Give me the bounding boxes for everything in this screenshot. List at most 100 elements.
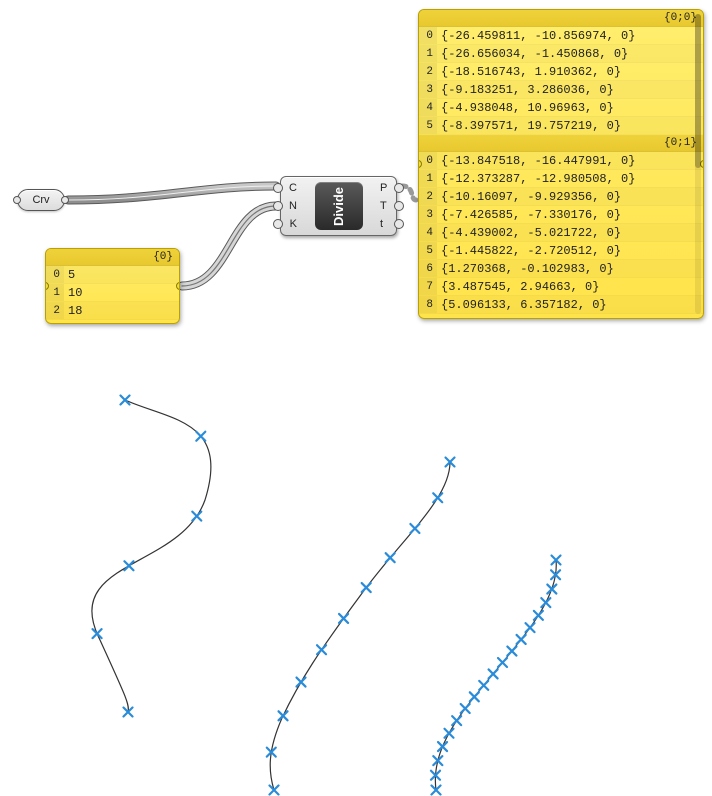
panel-points-row: 1{-12.373287, -12.980508, 0} [419, 170, 703, 188]
divide-component[interactable]: C N K Divide P T t [280, 176, 397, 236]
panel-points-row: 0{-13.847518, -16.447991, 0} [419, 152, 703, 170]
panel-points-row: 8{5.096133, 6.357182, 0} [419, 296, 703, 314]
row-index: 2 [419, 188, 437, 205]
panel-points-row: 4{-4.439002, -5.021722, 0} [419, 224, 703, 242]
row-index: 2 [46, 302, 64, 319]
row-value: {3.487545, 2.94663, 0} [437, 278, 703, 295]
row-value: {-26.656034, -1.450868, 0} [437, 45, 703, 62]
row-index: 8 [419, 296, 437, 313]
panel-points-output[interactable]: {0;0}0{-26.459811, -10.856974, 0}1{-26.6… [418, 9, 704, 319]
division-point [547, 585, 556, 594]
divide-name-badge: Divide [315, 182, 363, 230]
panel-points-row: 3{-9.183251, 3.286036, 0} [419, 81, 703, 99]
row-index: 4 [419, 99, 437, 116]
row-index: 3 [419, 206, 437, 223]
division-point [517, 635, 526, 644]
panel-n-row: 110 [46, 284, 179, 302]
division-point [93, 629, 102, 638]
division-point [124, 708, 133, 717]
row-value: {-9.183251, 3.286036, 0} [437, 81, 703, 98]
divide-input-k[interactable]: K [285, 216, 297, 232]
panel-points-row: 0{-26.459811, -10.856974, 0} [419, 27, 703, 45]
division-point [551, 570, 560, 579]
division-point [432, 786, 441, 795]
row-index: 0 [46, 266, 64, 283]
panel-points-path: {0;1} [419, 135, 703, 152]
row-value: {-10.16097, -9.929356, 0} [437, 188, 703, 205]
division-point [431, 771, 440, 780]
row-value: {-4.439002, -5.021722, 0} [437, 224, 703, 241]
panel-points-row: 2{-18.516743, 1.910362, 0} [419, 63, 703, 81]
row-value: {-13.847518, -16.447991, 0} [437, 152, 703, 169]
division-point [339, 614, 348, 623]
division-point [362, 583, 371, 592]
row-index: 0 [419, 152, 437, 169]
row-index: 2 [419, 63, 437, 80]
division-point [534, 611, 543, 620]
curve-2 [270, 462, 450, 790]
row-value: {-18.516743, 1.910362, 0} [437, 63, 703, 80]
row-index: 3 [419, 81, 437, 98]
division-point [124, 561, 133, 570]
panel-points-row: 4{-4.938048, 10.96963, 0} [419, 99, 703, 117]
crv-param-output-grip[interactable] [61, 196, 69, 204]
division-point [498, 658, 507, 667]
panel-n-path: {0} [46, 249, 179, 266]
division-point [507, 647, 516, 656]
divide-input-c[interactable]: C [285, 180, 297, 196]
panel-points-row: 1{-26.656034, -1.450868, 0} [419, 45, 703, 63]
division-point [470, 692, 479, 701]
row-index: 0 [419, 27, 437, 44]
panel-points-scroll-thumb[interactable] [695, 14, 701, 168]
division-point [410, 524, 419, 533]
division-point [438, 742, 447, 751]
panel-n-values[interactable]: {0} 05110218 [45, 248, 180, 324]
crv-param-input-grip[interactable] [13, 196, 21, 204]
divide-input-n[interactable]: N [285, 198, 297, 214]
row-value: {5.096133, 6.357182, 0} [437, 296, 703, 313]
division-point [433, 493, 442, 502]
row-index: 6 [419, 260, 437, 277]
division-point [461, 704, 470, 713]
crv-param[interactable]: Crv [17, 189, 65, 211]
row-index: 5 [419, 117, 437, 134]
division-point [121, 396, 130, 405]
divide-output-t-lower[interactable]: t [380, 216, 392, 232]
division-point [446, 458, 455, 467]
division-point [196, 432, 205, 441]
panel-n-row: 05 [46, 266, 179, 284]
row-index: 4 [419, 224, 437, 241]
panel-points-row: 5{-8.397571, 19.757219, 0} [419, 117, 703, 135]
division-point [479, 681, 488, 690]
row-value: 10 [64, 284, 179, 301]
division-point [317, 645, 326, 654]
row-value: {-1.445822, -2.720512, 0} [437, 242, 703, 259]
panel-points-row: 7{3.487545, 2.94663, 0} [419, 278, 703, 296]
row-value: {-4.938048, 10.96963, 0} [437, 99, 703, 116]
division-point [386, 553, 395, 562]
division-point [552, 556, 561, 565]
panel-points-row: 3{-7.426585, -7.330176, 0} [419, 206, 703, 224]
divide-inputs: C N K [281, 177, 301, 235]
crv-param-label: Crv [32, 194, 49, 206]
panel-points-row: 5{-1.445822, -2.720512, 0} [419, 242, 703, 260]
division-point [192, 512, 201, 521]
divide-output-p[interactable]: P [380, 180, 392, 196]
row-value: {-8.397571, 19.757219, 0} [437, 117, 703, 134]
division-point [279, 711, 288, 720]
curve-3 [435, 560, 556, 790]
row-value: {1.270368, -0.102983, 0} [437, 260, 703, 277]
panel-points-row: 2{-10.16097, -9.929356, 0} [419, 188, 703, 206]
division-point [452, 716, 461, 725]
row-value: {-26.459811, -10.856974, 0} [437, 27, 703, 44]
division-point [270, 786, 279, 795]
divide-output-t-upper[interactable]: T [380, 198, 392, 214]
division-point [526, 623, 535, 632]
row-value: 18 [64, 302, 179, 319]
division-point [444, 729, 453, 738]
divide-outputs: P T t [376, 177, 396, 235]
row-value: {-12.373287, -12.980508, 0} [437, 170, 703, 187]
panel-n-output-grip[interactable] [176, 282, 180, 290]
division-point [489, 669, 498, 678]
row-value: {-7.426585, -7.330176, 0} [437, 206, 703, 223]
